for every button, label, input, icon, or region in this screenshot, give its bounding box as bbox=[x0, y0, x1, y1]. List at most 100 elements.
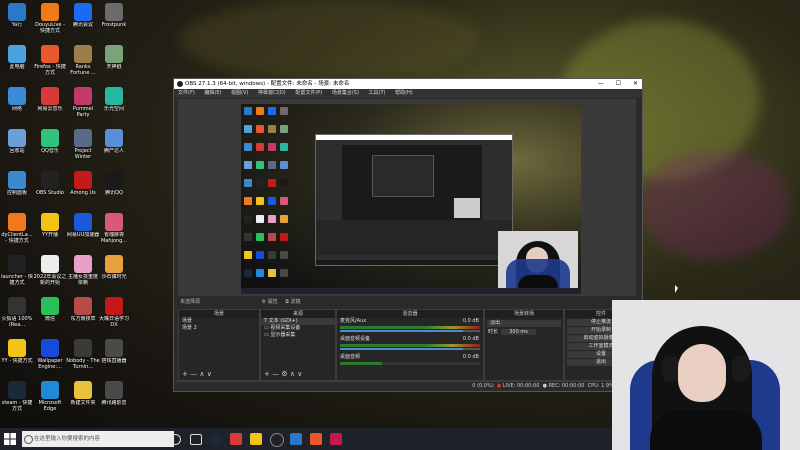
scene-item[interactable]: 场景 bbox=[179, 318, 259, 325]
desktop-icon[interactable]: Ranks Fortune ... bbox=[66, 44, 100, 78]
desktop-icon[interactable]: Frostpunk bbox=[97, 2, 131, 36]
desktop-icon[interactable]: 东方雨夜草 bbox=[66, 296, 100, 330]
menu-edit[interactable]: 编辑(E) bbox=[204, 90, 221, 96]
desktop-icon[interactable]: OBS Studio bbox=[33, 170, 67, 204]
remove-scene-button[interactable]: — bbox=[190, 370, 197, 378]
desktop-icon[interactable]: 天神戳 bbox=[97, 44, 131, 78]
filter-icon[interactable]: ⧉ bbox=[285, 299, 289, 305]
desktop-icon[interactable]: Among Us bbox=[66, 170, 100, 204]
preview-desktop-icon bbox=[256, 233, 264, 241]
desktop-icon[interactable]: Microsoft Edge bbox=[33, 380, 67, 414]
app-icon[interactable] bbox=[250, 433, 262, 445]
desktop-icon[interactable]: 网络 bbox=[0, 86, 34, 120]
desktop-icon[interactable]: Ya行 bbox=[0, 2, 34, 36]
volume-slider[interactable] bbox=[340, 348, 480, 350]
desktop-icon[interactable]: YY - 快捷方式 bbox=[0, 338, 34, 372]
menu-file[interactable]: 文件(F) bbox=[178, 90, 195, 96]
add-source-button[interactable]: + bbox=[264, 370, 270, 378]
properties-button[interactable]: 属性 bbox=[268, 299, 278, 305]
desktop-icon[interactable]: 大嘴日语学习 DX bbox=[97, 296, 131, 330]
desktop-icon[interactable]: DouyuLive - 快捷方式 bbox=[33, 2, 67, 36]
transition-select[interactable]: 淡出 bbox=[487, 320, 561, 327]
desktop-icon[interactable]: 腾产达人 bbox=[97, 128, 131, 162]
desktop-icon[interactable]: 回收站 bbox=[0, 128, 34, 162]
cortana-icon[interactable] bbox=[170, 434, 181, 445]
taskbar-search-input[interactable]: 在这里输入你要搜索的内容 bbox=[22, 431, 174, 447]
source-settings-button[interactable]: ⚙ bbox=[281, 370, 287, 378]
desktop-icon[interactable]: 沙石镇时光 bbox=[97, 254, 131, 288]
desktop-icon[interactable]: QQ音乐 bbox=[33, 128, 67, 162]
app-icon[interactable] bbox=[330, 433, 342, 445]
source-item[interactable]: T 文本 (GDI+) bbox=[261, 318, 335, 325]
rec-indicator-icon: ● bbox=[542, 383, 547, 389]
maximize-button[interactable]: ☐ bbox=[616, 80, 621, 87]
menu-docks[interactable]: 停靠窗口(D) bbox=[258, 90, 286, 96]
volume-slider[interactable] bbox=[340, 330, 480, 332]
app-icon[interactable] bbox=[230, 433, 242, 445]
menu-scene-collection[interactable]: 场景集合(S) bbox=[332, 90, 359, 96]
scene-down-button[interactable]: ∨ bbox=[207, 370, 212, 378]
preview-desktop-icon bbox=[244, 233, 252, 241]
desktop-icon-label: 此电脑 bbox=[9, 64, 25, 70]
rec-time: 00:00:00 bbox=[561, 383, 585, 389]
preview-desktop-icon bbox=[280, 179, 288, 187]
minimize-button[interactable]: — bbox=[598, 80, 604, 87]
desktop-icon[interactable]: 搭铁直播器 bbox=[97, 338, 131, 372]
desktop-icon[interactable]: steam - 快捷方式 bbox=[0, 380, 34, 414]
menu-help[interactable]: 帮助(H) bbox=[395, 90, 413, 96]
menu-profile[interactable]: 配置文件(P) bbox=[295, 90, 322, 96]
desktop-icon[interactable]: Wallpaper Engine:... bbox=[33, 338, 67, 372]
obs-window[interactable]: OBS 27.1.3 (64-bit, windows) - 配置文件: 未命名… bbox=[173, 78, 643, 392]
preview-desktop-icon bbox=[280, 215, 288, 223]
desktop-icon-label: 腾讯QQ bbox=[105, 190, 123, 196]
obs-preview[interactable] bbox=[178, 99, 636, 296]
desktop-icon[interactable]: 网易云音乐 bbox=[33, 86, 67, 120]
app-icon bbox=[8, 129, 26, 147]
windows-start-icon[interactable] bbox=[4, 433, 16, 445]
desktop-icon[interactable]: 网易UU加速器 bbox=[66, 212, 100, 246]
source-toolbar: 未选择源 ⚙ 属性 ⧉ 滤镜 bbox=[178, 297, 638, 307]
add-scene-button[interactable]: + bbox=[182, 370, 188, 378]
desktop-icon[interactable]: Firefox - 快捷方式 bbox=[33, 44, 67, 78]
desktop-icon[interactable]: 此电脑 bbox=[0, 44, 34, 78]
desktop-icon[interactable]: Pummel Party bbox=[66, 86, 100, 120]
desktop-icon[interactable]: Project Winter bbox=[66, 128, 100, 162]
desktop-icon[interactable]: dyClientLa... - 快捷方式 bbox=[0, 212, 34, 246]
desktop-icon[interactable]: 控制面板 bbox=[0, 170, 34, 204]
scene-item[interactable]: 场景 2 bbox=[179, 325, 259, 332]
gear-icon[interactable]: ⚙ bbox=[262, 299, 266, 305]
desktop-icon[interactable]: 乐光空间 bbox=[97, 86, 131, 120]
desktop-icon[interactable]: 腾讯会议 bbox=[66, 2, 100, 36]
desktop-icon[interactable]: 新建文件夹 bbox=[66, 380, 100, 414]
task-view-icon[interactable] bbox=[190, 434, 202, 445]
obs-titlebar[interactable]: OBS 27.1.3 (64-bit, windows) - 配置文件: 未命名… bbox=[174, 79, 642, 89]
duration-input[interactable]: 300 ms bbox=[501, 329, 536, 335]
filters-button[interactable]: 滤镜 bbox=[290, 299, 300, 305]
scene-up-button[interactable]: ∧ bbox=[199, 370, 204, 378]
source-item[interactable]: ▭ 显示器采集 bbox=[261, 332, 335, 339]
obs-taskbar-icon[interactable] bbox=[270, 433, 284, 447]
source-up-button[interactable]: ∧ bbox=[290, 370, 295, 378]
app-icon[interactable] bbox=[310, 433, 322, 445]
desktop-icon[interactable]: 2022年会议之新的开始 bbox=[33, 254, 67, 288]
app-icon[interactable] bbox=[290, 433, 302, 445]
menu-view[interactable]: 视图(V) bbox=[231, 90, 248, 96]
desktop-icon[interactable]: 腾讯路影音 bbox=[97, 380, 131, 414]
desktop-icon[interactable]: 雀魂麻将 Mahjong... bbox=[97, 212, 131, 246]
obs-window-title: OBS 27.1.3 (64-bit, windows) - 配置文件: 未命名… bbox=[185, 81, 350, 87]
desktop-icon[interactable]: launcher - 快捷方式 bbox=[0, 254, 34, 288]
close-button[interactable]: ✕ bbox=[633, 80, 638, 87]
source-item[interactable]: ▭ 视频采集设备 bbox=[261, 325, 335, 332]
desktop-icon[interactable]: 腾讯QQ bbox=[97, 170, 131, 204]
remove-source-button[interactable]: — bbox=[272, 370, 279, 378]
desktop-icon-label: 大嘴日语学习 DX bbox=[98, 316, 129, 328]
desktop-icon[interactable]: YY开播 bbox=[33, 212, 67, 246]
desktop-icon[interactable]: 主播女孩重度依赖 bbox=[66, 254, 100, 288]
menu-tools[interactable]: 工具(T) bbox=[369, 90, 386, 96]
source-down-button[interactable]: ∨ bbox=[297, 370, 302, 378]
desktop-icon[interactable]: 微信 bbox=[33, 296, 67, 330]
desktop-icon[interactable]: Nobody - The Turnin... bbox=[66, 338, 100, 372]
desktop-icon[interactable]: 火狐语 100%(Rea... bbox=[0, 296, 34, 330]
steam-icon[interactable] bbox=[210, 433, 222, 445]
app-icon bbox=[74, 255, 92, 273]
